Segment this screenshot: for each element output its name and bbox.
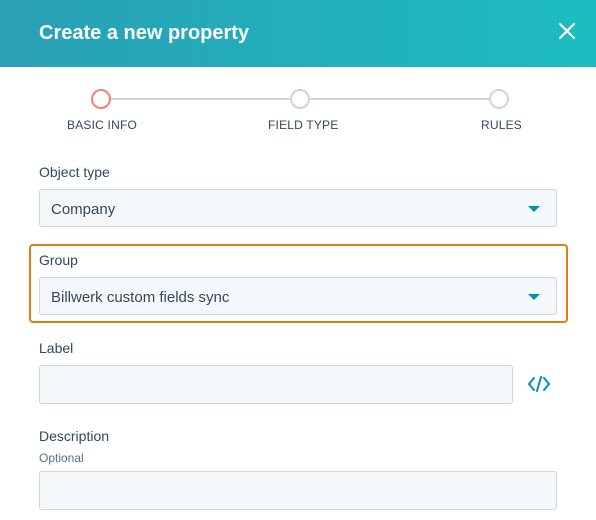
step-connector: [110, 98, 290, 100]
object-type-label: Object type: [39, 164, 110, 180]
step-dot-rules: [489, 89, 509, 109]
description-label: Description: [39, 428, 110, 444]
chevron-down-icon: [528, 294, 540, 300]
label-input[interactable]: [39, 365, 513, 404]
modal-header: Create a new property: [0, 0, 596, 67]
group-value: Billwerk custom fields sync: [51, 289, 230, 306]
progress-stepper: BASIC INFO FIELD TYPE RULES: [0, 88, 596, 138]
object-type-value: Company: [51, 201, 116, 218]
step-label-rules: RULES: [481, 118, 523, 132]
group-select[interactable]: Billwerk custom fields sync: [39, 277, 557, 315]
modal-title: Create a new property: [39, 22, 250, 44]
step-label-field-type: FIELD TYPE: [268, 118, 339, 132]
step-dot-field-type: [290, 89, 310, 109]
code-brackets-icon[interactable]: [527, 374, 551, 394]
description-input[interactable]: [39, 471, 557, 510]
step-label-basic-info: BASIC INFO: [67, 118, 138, 132]
group-label: Group: [39, 252, 78, 268]
description-optional-hint: Optional: [39, 451, 84, 465]
label-field-label: Label: [39, 340, 74, 356]
step-connector: [308, 98, 490, 100]
chevron-down-icon: [528, 206, 540, 212]
close-icon[interactable]: [557, 21, 577, 41]
object-type-select[interactable]: Company: [39, 189, 557, 227]
step-dot-basic-info: [91, 89, 111, 109]
